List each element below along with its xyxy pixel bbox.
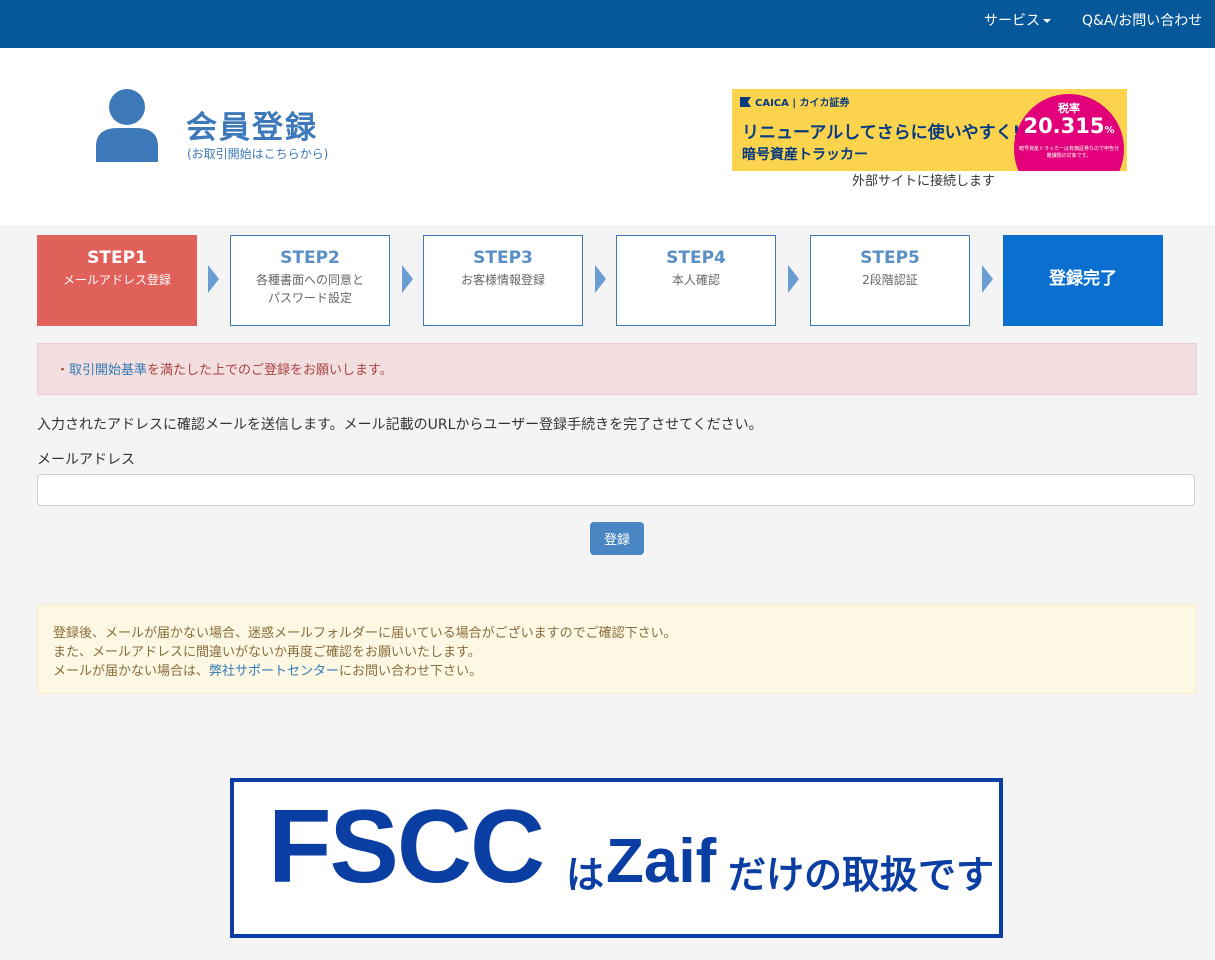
notice-line-1: 登録後、メールが届かない場合、迷惑メールフォルダーに届いている場合がございますの…	[53, 626, 677, 641]
step-desc: お客様情報登録	[460, 273, 545, 287]
fscc-zaif-banner[interactable]: FSCC は Zaif だけの取扱です	[230, 778, 1003, 938]
notice-line-2: また、メールアドレスに間違いがないか再度ご確認をお願いいたします。	[53, 645, 481, 660]
caret-down-icon	[1043, 19, 1051, 23]
step-title: STEP1	[87, 248, 147, 268]
criteria-link[interactable]: 取引開始基準	[69, 363, 147, 378]
chevron-right-icon	[595, 265, 606, 293]
chevron-right-icon	[208, 265, 219, 293]
banner-headline: リニューアルしてさらに使いやすく!	[742, 123, 1021, 143]
step-complete: 登録完了	[1003, 235, 1163, 326]
nav-services-label: サービス	[984, 13, 1040, 29]
step-title: STEP2	[280, 248, 340, 268]
chevron-right-icon	[788, 265, 799, 293]
page-title: 会員登録	[186, 110, 318, 146]
step-2: STEP2 各種書面への同意と パスワード設定	[230, 235, 390, 326]
step-desc: 本人確認	[671, 273, 720, 287]
caica-ad-banner[interactable]: CAICA | カイカ証券 リニューアルしてさらに使いやすく! 暗号資産トラッカ…	[732, 89, 1127, 171]
email-notice: 登録後、メールが届かない場合、迷惑メールフォルダーに届いている場合がございますの…	[37, 604, 1197, 694]
register-button[interactable]: 登録	[590, 522, 644, 555]
chevron-right-icon	[982, 265, 993, 293]
step-title: STEP4	[666, 248, 726, 268]
rate-number: 20.315	[1023, 114, 1105, 138]
nav-services-dropdown[interactable]: サービス	[984, 12, 1051, 30]
email-input[interactable]	[37, 474, 1195, 506]
notice-line-3-pre: メールが届かない場合は、	[53, 664, 210, 679]
page-subtitle: (お取引開始はこちらから)	[187, 147, 329, 161]
fscc-zaif-text: Zaif	[606, 827, 717, 896]
flag-icon	[740, 97, 751, 107]
alert-line: ・取引開始基準を満たした上でのご登録をお願いします。	[56, 359, 393, 378]
support-center-link[interactable]: 弊社サポートセンター	[209, 664, 339, 679]
step-title: STEP3	[473, 248, 533, 268]
banner-subline: 暗号資産トラッカー	[742, 147, 868, 163]
step-4: STEP4 本人確認	[616, 235, 776, 326]
alert-bullet: ・	[56, 363, 70, 378]
notice-line-3-post: にお問い合わせ下さい。	[339, 664, 483, 679]
banner-brand-text: CAICA | カイカ証券	[755, 98, 850, 109]
alert-text: を満たした上でのご登録をお願いします。	[147, 363, 393, 378]
info-text: 入力されたアドレスに確認メールを送信します。メール記載のURLからユーザー登録手…	[37, 417, 763, 433]
rate-unit: %	[1104, 125, 1115, 136]
registration-criteria-alert: ・取引開始基準を満たした上でのご登録をお願いします。	[37, 343, 1197, 395]
banner-brand: CAICA | カイカ証券	[740, 94, 850, 109]
fscc-rest-text: だけの取扱です	[728, 853, 995, 897]
nav-qa-link[interactable]: Q&A/お問い合わせ	[1082, 12, 1202, 30]
banner-fine-print: 暗号資産トラッカーは有価証券なので申告分離課税の対象です。	[1018, 146, 1119, 159]
fscc-logo-text: FSCC	[268, 789, 545, 905]
email-label: メールアドレス	[37, 452, 135, 468]
user-icon	[96, 89, 158, 162]
banner-rate-circle: 税率 20.315% 暗号資産トラッカーは有価証券なので申告分離課税の対象です。	[1014, 94, 1124, 171]
chevron-right-icon	[402, 265, 413, 293]
fscc-particle: は	[566, 853, 605, 897]
step-desc: 2段階認証	[862, 273, 918, 287]
notice-line-3: メールが届かない場合は、弊社サポートセンターにお問い合わせ下さい。	[53, 660, 482, 679]
step-1: STEP1 メールアドレス登録	[37, 235, 197, 326]
banner-caption: 外部サイトに接続します	[852, 174, 996, 189]
step-desc: メールアドレス登録	[62, 273, 171, 287]
top-navbar: サービス Q&A/お問い合わせ	[0, 0, 1215, 48]
step-title: STEP5	[860, 248, 920, 268]
step-desc: 各種書面への同意と パスワード設定	[255, 273, 364, 305]
step-5: STEP5 2段階認証	[810, 235, 970, 326]
banner-rate-value: 20.315%	[1014, 114, 1124, 138]
step-title: 登録完了	[1049, 269, 1117, 289]
step-3: STEP3 お客様情報登録	[423, 235, 583, 326]
